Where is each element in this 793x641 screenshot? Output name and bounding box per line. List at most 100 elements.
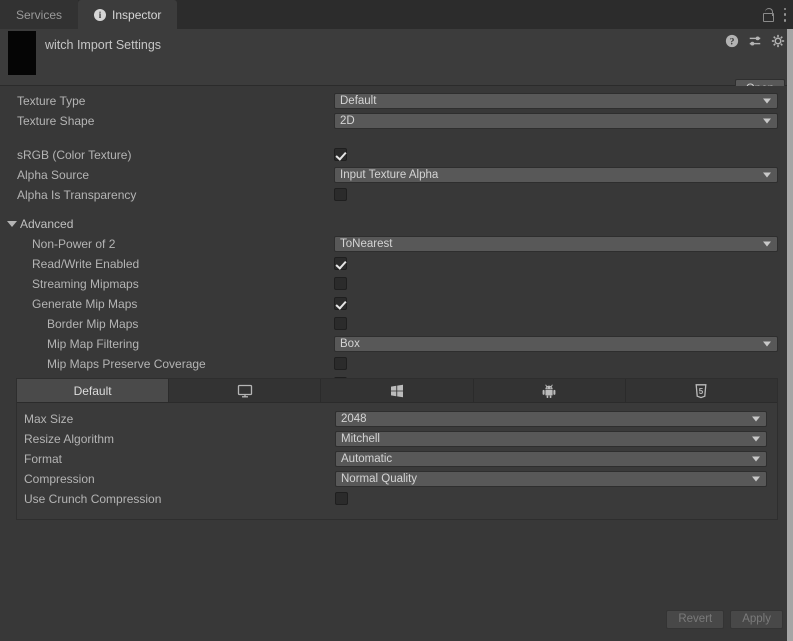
label-format: Format <box>24 449 62 469</box>
label-srgb: sRGB (Color Texture) <box>17 145 131 165</box>
dropdown-max-size[interactable]: 2048 <box>335 411 767 427</box>
revert-button[interactable]: Revert <box>666 610 724 629</box>
checkbox-border-mip-maps[interactable] <box>334 317 347 330</box>
window-edge-scrollbar[interactable] <box>787 29 793 641</box>
texture-preview-thumbnail <box>8 31 36 75</box>
row-border-mip-maps: Border Mip Maps <box>0 314 793 334</box>
row-read-write-enabled: Read/Write Enabled <box>0 254 793 274</box>
row-srgb: sRGB (Color Texture) <box>0 145 793 165</box>
dropdown-texture-type[interactable]: Default <box>334 93 778 109</box>
unity-inspector-window: Services i Inspector witch Import Settin… <box>0 0 793 641</box>
checkbox-use-crunch-compression[interactable] <box>335 492 348 505</box>
html5-icon: 5 <box>693 383 709 399</box>
label-read-write-enabled: Read/Write Enabled <box>32 254 139 274</box>
tab-services-label: Services <box>16 8 62 22</box>
field-resize-algorithm: Mitchell <box>335 431 767 447</box>
row-texture-type: Texture Type Default <box>0 91 793 111</box>
tab-windows[interactable] <box>321 379 473 402</box>
chevron-down-icon <box>763 173 771 178</box>
platform-settings-box: Default <box>16 378 778 520</box>
chevron-down-icon <box>763 242 771 247</box>
apply-button[interactable]: Apply <box>730 610 783 629</box>
page-title: witch Import Settings <box>45 38 161 52</box>
platform-properties: Max Size 2048 Resize Algorithm Mitchell <box>17 403 777 509</box>
dropdown-alpha-source[interactable]: Input Texture Alpha <box>334 167 778 183</box>
checkbox-generate-mip-maps[interactable] <box>334 297 347 310</box>
row-compression: Compression Normal Quality <box>17 469 777 489</box>
kebab-menu-icon[interactable] <box>783 8 787 22</box>
label-alpha-is-transparency: Alpha Is Transparency <box>17 185 136 205</box>
label-border-mip-maps: Border Mip Maps <box>47 314 138 334</box>
dropdown-texture-type-value: Default <box>340 95 376 107</box>
dropdown-texture-shape-value: 2D <box>340 115 355 127</box>
tabbar-controls <box>762 0 787 29</box>
checkbox-srgb[interactable] <box>334 148 347 161</box>
header-icon-group: ? <box>725 34 785 48</box>
row-use-crunch-compression: Use Crunch Compression <box>17 489 777 509</box>
row-format: Format Automatic <box>17 449 777 469</box>
dropdown-compression[interactable]: Normal Quality <box>335 471 767 487</box>
tab-default[interactable]: Default <box>17 379 169 402</box>
row-streaming-mipmaps: Streaming Mipmaps <box>0 274 793 294</box>
label-use-crunch-compression: Use Crunch Compression <box>24 489 161 509</box>
dropdown-texture-shape[interactable]: 2D <box>334 113 778 129</box>
label-resize-algorithm: Resize Algorithm <box>24 429 114 449</box>
row-max-size: Max Size 2048 <box>17 409 777 429</box>
field-non-power-of-2: ToNearest <box>334 236 778 252</box>
info-icon: i <box>94 9 106 21</box>
row-alpha-source: Alpha Source Input Texture Alpha <box>0 165 793 185</box>
help-icon[interactable]: ? <box>725 34 739 48</box>
monitor-icon <box>237 383 253 399</box>
row-mip-map-filtering: Mip Map Filtering Box <box>0 334 793 354</box>
foldout-advanced-label: Advanced <box>20 214 73 234</box>
tab-default-label: Default <box>74 384 112 398</box>
field-format: Automatic <box>335 451 767 467</box>
row-non-power-of-2: Non-Power of 2 ToNearest <box>0 234 793 254</box>
dropdown-format-value: Automatic <box>341 453 392 465</box>
label-texture-shape: Texture Shape <box>17 111 94 131</box>
tab-webgl[interactable]: 5 <box>626 379 777 402</box>
tab-android[interactable] <box>474 379 626 402</box>
chevron-down-icon <box>763 119 771 124</box>
dropdown-max-size-value: 2048 <box>341 413 367 425</box>
tab-standalone[interactable] <box>169 379 321 402</box>
row-texture-shape: Texture Shape 2D <box>0 111 793 131</box>
chevron-down-icon <box>752 457 760 462</box>
dropdown-mip-map-filtering[interactable]: Box <box>334 336 778 352</box>
field-texture-type: Default <box>334 93 778 109</box>
label-max-size: Max Size <box>24 409 73 429</box>
lock-icon[interactable] <box>762 8 773 21</box>
checkbox-streaming-mipmaps[interactable] <box>334 277 347 290</box>
field-texture-shape: 2D <box>334 113 778 129</box>
footer-buttons: Revert Apply <box>666 610 783 629</box>
tab-inspector[interactable]: i Inspector <box>78 0 177 29</box>
checkbox-mip-maps-preserve-coverage[interactable] <box>334 357 347 370</box>
chevron-down-icon <box>752 437 760 442</box>
asset-header: witch Import Settings ? <box>0 29 793 86</box>
field-compression: Normal Quality <box>335 471 767 487</box>
row-mip-maps-preserve-coverage: Mip Maps Preserve Coverage <box>0 354 793 374</box>
dropdown-resize-algorithm-value: Mitchell <box>341 433 380 445</box>
preset-icon[interactable] <box>748 34 762 48</box>
inspector-body: Texture Type Default Texture Shape 2D sR… <box>0 86 793 641</box>
checkbox-read-write-enabled[interactable] <box>334 257 347 270</box>
svg-text:?: ? <box>730 37 735 48</box>
platform-tabs: Default <box>17 379 777 403</box>
foldout-advanced[interactable]: Advanced <box>0 214 793 234</box>
chevron-down-icon <box>763 342 771 347</box>
label-mip-maps-preserve-coverage: Mip Maps Preserve Coverage <box>47 354 206 374</box>
field-mip-map-filtering: Box <box>334 336 778 352</box>
row-generate-mip-maps: Generate Mip Maps <box>0 294 793 314</box>
window-tabbar: Services i Inspector <box>0 0 793 29</box>
chevron-down-icon <box>763 99 771 104</box>
settings-gear-icon[interactable] <box>771 34 785 48</box>
tab-services[interactable]: Services <box>0 0 78 29</box>
checkbox-alpha-is-transparency[interactable] <box>334 188 347 201</box>
dropdown-mip-map-filtering-value: Box <box>340 338 360 350</box>
dropdown-resize-algorithm[interactable]: Mitchell <box>335 431 767 447</box>
dropdown-format[interactable]: Automatic <box>335 451 767 467</box>
dropdown-non-power-of-2[interactable]: ToNearest <box>334 236 778 252</box>
field-alpha-source: Input Texture Alpha <box>334 167 778 183</box>
field-max-size: 2048 <box>335 411 767 427</box>
label-generate-mip-maps: Generate Mip Maps <box>32 294 137 314</box>
